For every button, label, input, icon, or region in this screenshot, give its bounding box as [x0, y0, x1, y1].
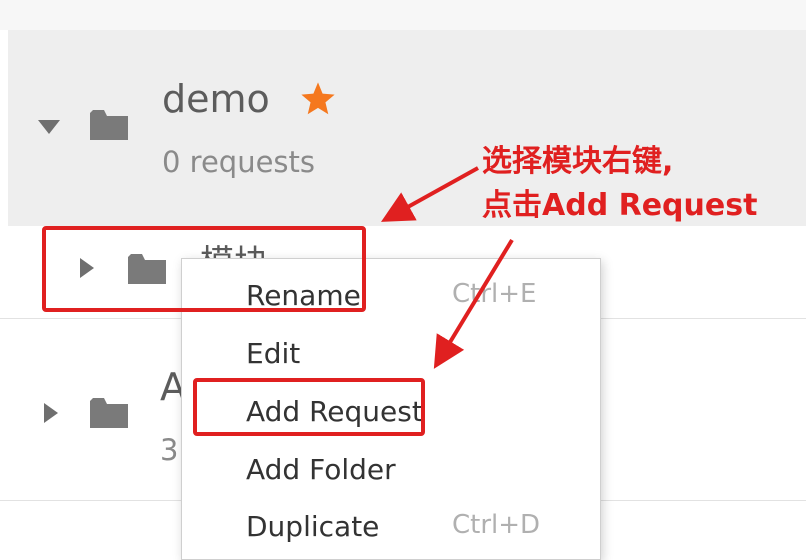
- collection-request-count: 0 requests: [162, 145, 316, 179]
- menu-item-duplicate[interactable]: Duplicate Ctrl+D: [182, 502, 600, 554]
- menu-item-label: Add Folder: [246, 453, 396, 486]
- annotation-line-1: 选择模块右键,: [482, 144, 674, 179]
- menu-item-shortcut: Ctrl+D: [452, 510, 541, 540]
- menu-item-add-folder[interactable]: Add Folder: [182, 445, 600, 497]
- caret-right-icon[interactable]: [44, 403, 58, 423]
- folder-icon: [90, 398, 128, 428]
- top-strip: [0, 0, 806, 30]
- caret-down-icon[interactable]: [38, 120, 60, 134]
- highlight-box-add-request: [193, 378, 425, 436]
- star-icon[interactable]: [299, 80, 337, 118]
- collection-name: demo: [162, 77, 270, 121]
- highlight-box-module: [42, 226, 366, 312]
- folder-icon: [90, 110, 128, 140]
- collection-request-count: 3: [160, 433, 179, 467]
- menu-item-label: Edit: [246, 337, 301, 370]
- menu-item-edit[interactable]: Edit: [182, 329, 600, 381]
- menu-item-label: Duplicate: [246, 510, 380, 543]
- annotation-line-2: 点击Add Request: [482, 188, 758, 223]
- menu-item-shortcut: Ctrl+E: [452, 279, 537, 309]
- annotation-text: 选择模块右键, 点击Add Request: [482, 140, 757, 228]
